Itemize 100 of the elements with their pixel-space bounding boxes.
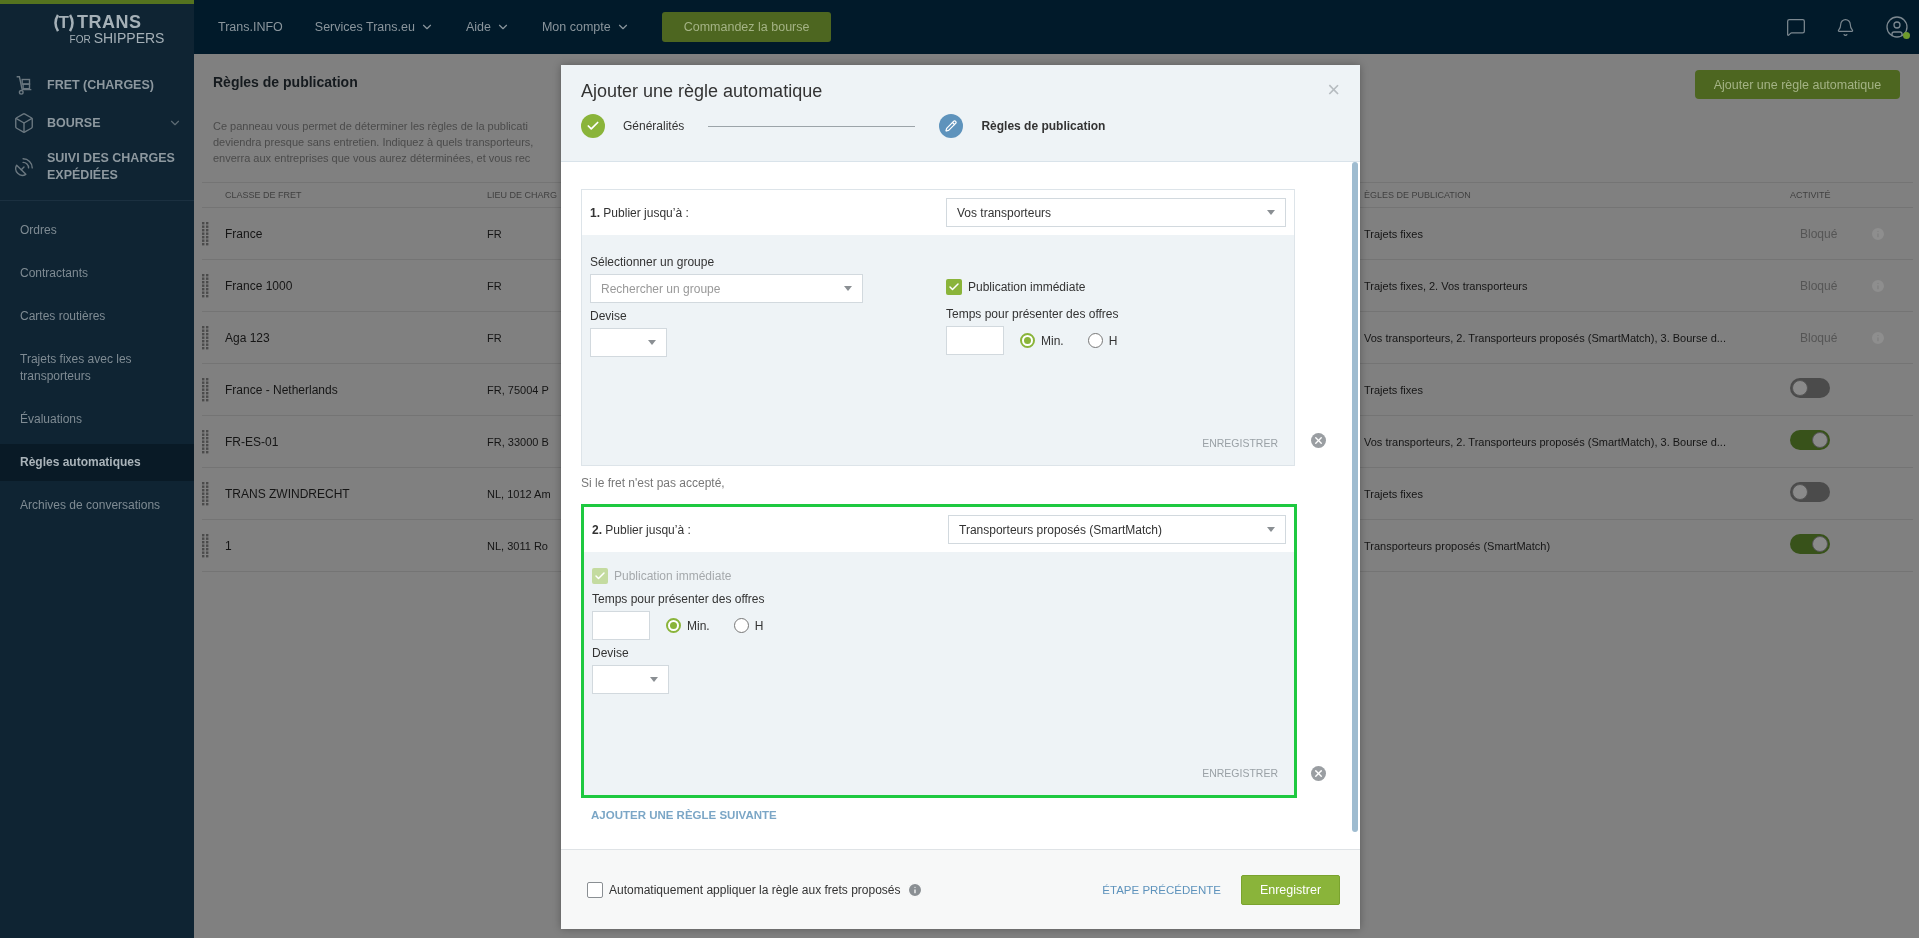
table-cell-text: France 1000 [225,278,294,293]
checkbox-label: Publication immédiate [968,280,1086,294]
currency-select[interactable] [592,665,669,694]
select-placeholder: Rechercher un groupe [601,281,721,296]
toggle-switch[interactable] [1790,378,1830,398]
target-select[interactable]: Vos transporteurs [946,198,1286,227]
menu-item[interactable]: Services Trans.eu [314,20,434,34]
table-cell-text: Trajets fixes [1364,227,1424,240]
avatar-icon[interactable] [1885,15,1909,39]
modal-title: Ajouter une règle automatique [581,81,823,102]
table-cell-text: Vos transporteurs, 2. Transporteurs proposés (SmartMatch), 3. Bourse d... [1364,435,1727,448]
sidebar-item[interactable]: Évaluations [0,401,194,438]
satellite-dish-icon [13,156,35,178]
nav-item[interactable]: BOURSE [0,104,194,142]
info-icon[interactable] [906,881,923,898]
target-select[interactable]: Transporteurs proposés (SmartMatch) [948,515,1286,544]
table-cell-text: TRANS ZWINDRECHT [225,486,351,501]
nav-item[interactable]: SUIVI DES CHARGES EXPÉDIÉES [0,142,194,192]
step-label[interactable]: Généralités [623,119,685,133]
table-cell-text: France [225,226,264,241]
scrollbar[interactable] [1352,162,1358,832]
caret-icon [1267,527,1275,532]
drag-handle-icon[interactable] [202,221,209,246]
select-value: Vos transporteurs [957,205,1052,220]
back-link[interactable]: ÉTAPE PRÉCÉDENTE [1102,883,1221,896]
fallback-note: Si le fret n'est pas accepté, [581,476,726,490]
rule-label: 1. Publier jusqu’à : [590,205,690,220]
radio-button[interactable] [1087,333,1103,348]
menu-item[interactable]: Mon compte [541,20,630,34]
field-label: Temps pour présenter des offres [592,592,766,606]
table-cell-text: Trajets fixes, 2. Vos transporteurs [1364,279,1529,292]
remove-icon[interactable] [1311,433,1326,448]
drag-handle-icon[interactable] [202,533,209,558]
toggle-switch[interactable] [1790,482,1830,502]
field-label: Devise [592,646,630,660]
table-cell-text: NL, 3011 Ro [487,539,549,552]
group-select[interactable]: Rechercher un groupe [590,274,863,303]
checkbox-label: Automatiquement appliquer la règle aux frets proposés [609,882,901,897]
table-cell-text: France - Netherlands [225,382,339,397]
order-button[interactable]: Commandez la bourse [661,12,832,42]
drag-handle-icon[interactable] [202,481,209,506]
submit-button[interactable]: Enregistrer [1241,874,1340,905]
time-input[interactable] [946,326,1004,355]
table-cell-text: NL, 1012 Am [487,487,552,500]
currency-select[interactable] [590,328,667,357]
checkbox-label: Publication immédiate [614,569,732,583]
table-cell-text: FR, 75004 P [487,383,550,396]
table-cell-text: Vos transporteurs, 2. Transporteurs proposés (SmartMatch), 3. Bourse d... [1364,331,1727,344]
caret-icon [1267,210,1275,215]
checkbox[interactable] [946,279,962,295]
table-cell-text: FR, 33000 B [487,435,550,448]
nav-item[interactable]: FRET (CHARGES) [0,66,194,104]
field-label: Temps pour présenter des offres [946,307,1120,321]
page-title: Règles de publication [213,74,358,90]
table-cell-text: Trajets fixes [1364,383,1424,396]
bell-icon[interactable] [1836,17,1855,37]
table-cell-text: Trajets fixes [1364,487,1424,500]
add-rule-button[interactable]: Ajouter une règle automatique [1695,70,1900,99]
radio-button[interactable] [1020,333,1035,348]
menu-item[interactable]: Aide [465,20,510,34]
rule-label: 2. Publier jusqu’à : [592,522,692,537]
save-button[interactable]: ENREGISTRER [1200,765,1280,781]
time-input[interactable] [592,611,650,640]
table-cell-text: FR [487,279,503,292]
sidebar-item[interactable]: Trajets fixes avec les transporteurs [0,341,194,395]
column-header: ACTIVITÉ [1790,190,1832,200]
chat-icon[interactable] [1786,17,1806,37]
checkbox[interactable] [587,881,603,898]
drag-handle-icon[interactable] [202,273,209,298]
logo[interactable]: T TRANS FOR SHIPPERS [0,4,194,54]
toggle-switch[interactable] [1790,534,1830,554]
radio-button[interactable] [733,618,749,633]
toggle-switch[interactable] [1790,430,1830,450]
drag-handle-icon[interactable] [202,429,209,454]
table-cell-text: 1 [225,538,233,553]
cube-icon [13,112,35,134]
drag-handle-icon[interactable] [202,377,209,402]
save-button[interactable]: ENREGISTRER [1200,435,1280,451]
drag-handle-icon[interactable] [202,325,209,350]
radio-label: H [1108,333,1118,348]
menu-item[interactable]: Trans.INFO [218,20,283,34]
radio-button[interactable] [666,618,681,633]
step-label[interactable]: Règles de publication [981,119,1106,133]
caret-icon [648,340,656,345]
remove-icon[interactable] [1311,766,1326,781]
table-cell-text: FR [487,331,503,344]
sidebar-item[interactable]: Archives de conversations [0,487,194,524]
table-cell-text: Transporteurs proposés (SmartMatch) [1364,539,1552,552]
field-label: Devise [590,309,628,323]
column-header: LIEU DE CHARG [487,190,558,200]
sidebar-item[interactable]: Contractants [0,255,194,292]
add-rule-link[interactable]: AJOUTER UNE RÈGLE SUIVANTE [591,809,777,821]
sidebar-item[interactable]: Ordres [0,212,194,249]
table-cell-text: FR [487,227,503,240]
radio-label: H [754,618,764,633]
sidebar-item[interactable]: Cartes routières [0,298,194,335]
sidebar-item[interactable]: Règles automatiques [0,444,194,481]
table-cell-text: FR-ES-01 [225,434,280,449]
check-icon [948,281,960,293]
radio-label: Min. [687,618,710,633]
